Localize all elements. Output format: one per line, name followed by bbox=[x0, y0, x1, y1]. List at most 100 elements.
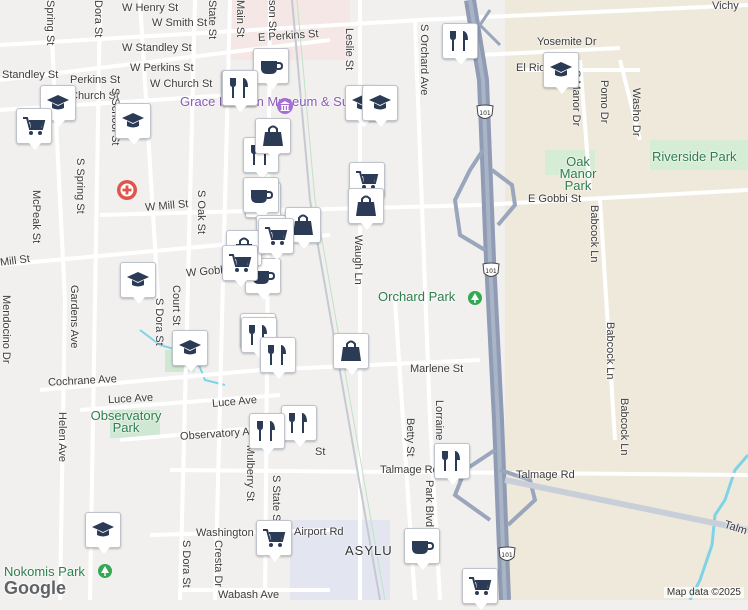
school-icon bbox=[127, 272, 149, 287]
street-label: Mendocino Dr bbox=[0, 295, 12, 364]
cart-pin[interactable] bbox=[462, 568, 498, 610]
school-icon bbox=[550, 62, 572, 77]
street-label: W Standley St bbox=[122, 42, 192, 54]
street-label: W Church St bbox=[150, 78, 213, 90]
street-label: S Dora St bbox=[180, 540, 192, 588]
street-label: Babcock Ln bbox=[588, 205, 600, 263]
restaurant-pin[interactable] bbox=[434, 443, 470, 485]
cart-icon bbox=[265, 227, 288, 245]
park-label-orchard[interactable]: Orchard Park bbox=[378, 290, 455, 303]
cart-icon bbox=[23, 117, 46, 135]
cart-pin[interactable] bbox=[222, 245, 258, 287]
cart-icon bbox=[469, 577, 492, 595]
bag-pin[interactable] bbox=[333, 333, 369, 375]
street-label: W Henry St bbox=[122, 2, 179, 14]
street-label: Helen Ave bbox=[56, 412, 68, 462]
coffee-icon bbox=[261, 61, 284, 74]
street-label: Main St bbox=[234, 0, 246, 38]
park-label-nokomis[interactable]: Nokomis Park bbox=[4, 565, 85, 578]
coffee-pin[interactable] bbox=[404, 528, 440, 570]
restaurant-icon bbox=[257, 421, 275, 441]
restaurant-icon bbox=[289, 413, 307, 433]
street-label: Babcock Ln bbox=[604, 322, 616, 380]
cart-icon bbox=[263, 529, 286, 547]
street-label: McPeak St bbox=[30, 190, 42, 244]
tree-icon bbox=[98, 564, 112, 578]
street-label: Talmage Rd bbox=[380, 464, 439, 476]
park-label-oak-manor[interactable]: Oak Manor Park bbox=[548, 155, 608, 192]
street-label: Park Blvd bbox=[423, 480, 435, 528]
coffee-pin[interactable] bbox=[243, 177, 279, 219]
street-label: Marlene St bbox=[410, 363, 464, 375]
bag-pin[interactable] bbox=[348, 188, 384, 230]
coffee-pin[interactable] bbox=[253, 48, 289, 90]
school-pin[interactable] bbox=[362, 85, 398, 127]
restaurant-icon bbox=[230, 78, 248, 98]
coffee-icon bbox=[251, 190, 274, 203]
restaurant-pin[interactable] bbox=[281, 405, 317, 447]
bag-pin[interactable] bbox=[255, 118, 291, 160]
area-label-asylum: ASYLU bbox=[345, 543, 393, 558]
street-label: S State St bbox=[270, 475, 282, 525]
school-pin[interactable] bbox=[120, 262, 156, 304]
street-label: Leslie St bbox=[343, 28, 355, 71]
street-label: Standley St bbox=[2, 69, 59, 81]
street-label: Court St bbox=[170, 285, 182, 326]
school-icon bbox=[122, 113, 144, 128]
coffee-icon bbox=[412, 541, 435, 554]
restaurant-icon bbox=[268, 345, 286, 365]
street-label: Pomo Dr bbox=[598, 80, 610, 124]
cart-pin[interactable] bbox=[258, 218, 294, 260]
street-label: Vichy bbox=[712, 0, 739, 12]
street-label: son St bbox=[266, 0, 278, 32]
bag-icon bbox=[341, 340, 361, 361]
highway-shield-icon: 101 bbox=[476, 104, 494, 119]
cart-pin[interactable] bbox=[256, 520, 292, 562]
restaurant-icon bbox=[450, 31, 468, 51]
street-label: Waugh Ln bbox=[352, 235, 364, 285]
street-label: Gardens Ave bbox=[68, 285, 80, 349]
svg-text:101: 101 bbox=[501, 552, 513, 559]
street-label: Airport Rd bbox=[294, 526, 344, 538]
street-label: W Smith St bbox=[152, 17, 208, 29]
street-label: Yosemite Dr bbox=[537, 36, 597, 48]
school-pin[interactable] bbox=[115, 103, 151, 145]
street-label: State St bbox=[206, 0, 218, 40]
street-label: Wabash Ave bbox=[218, 589, 280, 601]
restaurant-pin[interactable] bbox=[249, 413, 285, 455]
street-label: St bbox=[315, 446, 326, 458]
street-label: S Orchard Ave bbox=[418, 24, 430, 96]
street-label: S Oak St bbox=[195, 190, 207, 235]
map-attribution[interactable]: Map data ©2025 bbox=[663, 587, 744, 598]
cart-pin[interactable] bbox=[16, 108, 52, 150]
svg-text:101: 101 bbox=[485, 268, 497, 275]
school-pin[interactable] bbox=[172, 330, 208, 372]
street-label: Betty St bbox=[404, 418, 416, 457]
street-label: Cresta Dr bbox=[212, 540, 224, 588]
school-pin[interactable] bbox=[85, 512, 121, 554]
highway-shield-icon: 101 bbox=[498, 546, 516, 561]
park-label-observatory[interactable]: Observatory Park bbox=[86, 409, 166, 434]
street-label: S Spring St bbox=[74, 158, 86, 214]
street-label: Washo Dr bbox=[630, 88, 642, 137]
school-icon bbox=[369, 95, 391, 110]
hospital-icon bbox=[117, 180, 137, 200]
street-label: Spring St bbox=[44, 0, 56, 46]
bag-icon bbox=[263, 125, 283, 146]
street-label: Babcock Ln bbox=[618, 398, 630, 456]
svg-text:101: 101 bbox=[479, 110, 491, 117]
restaurant-pin[interactable] bbox=[442, 23, 478, 65]
bag-icon bbox=[356, 195, 376, 216]
school-pin[interactable] bbox=[543, 52, 579, 94]
park-label-riverside[interactable]: Riverside Park bbox=[652, 150, 737, 163]
street-label: Talmage Rd bbox=[516, 469, 575, 481]
restaurant-pin[interactable] bbox=[222, 70, 258, 112]
museum-icon bbox=[277, 98, 293, 114]
school-icon bbox=[179, 340, 201, 355]
street-label: E Gobbi St bbox=[528, 193, 582, 205]
street-label: S Dora St bbox=[153, 298, 165, 346]
tree-icon bbox=[468, 291, 482, 305]
highway-shield-icon: 101 bbox=[482, 262, 500, 277]
restaurant-pin[interactable] bbox=[260, 337, 296, 379]
school-icon bbox=[92, 522, 114, 537]
